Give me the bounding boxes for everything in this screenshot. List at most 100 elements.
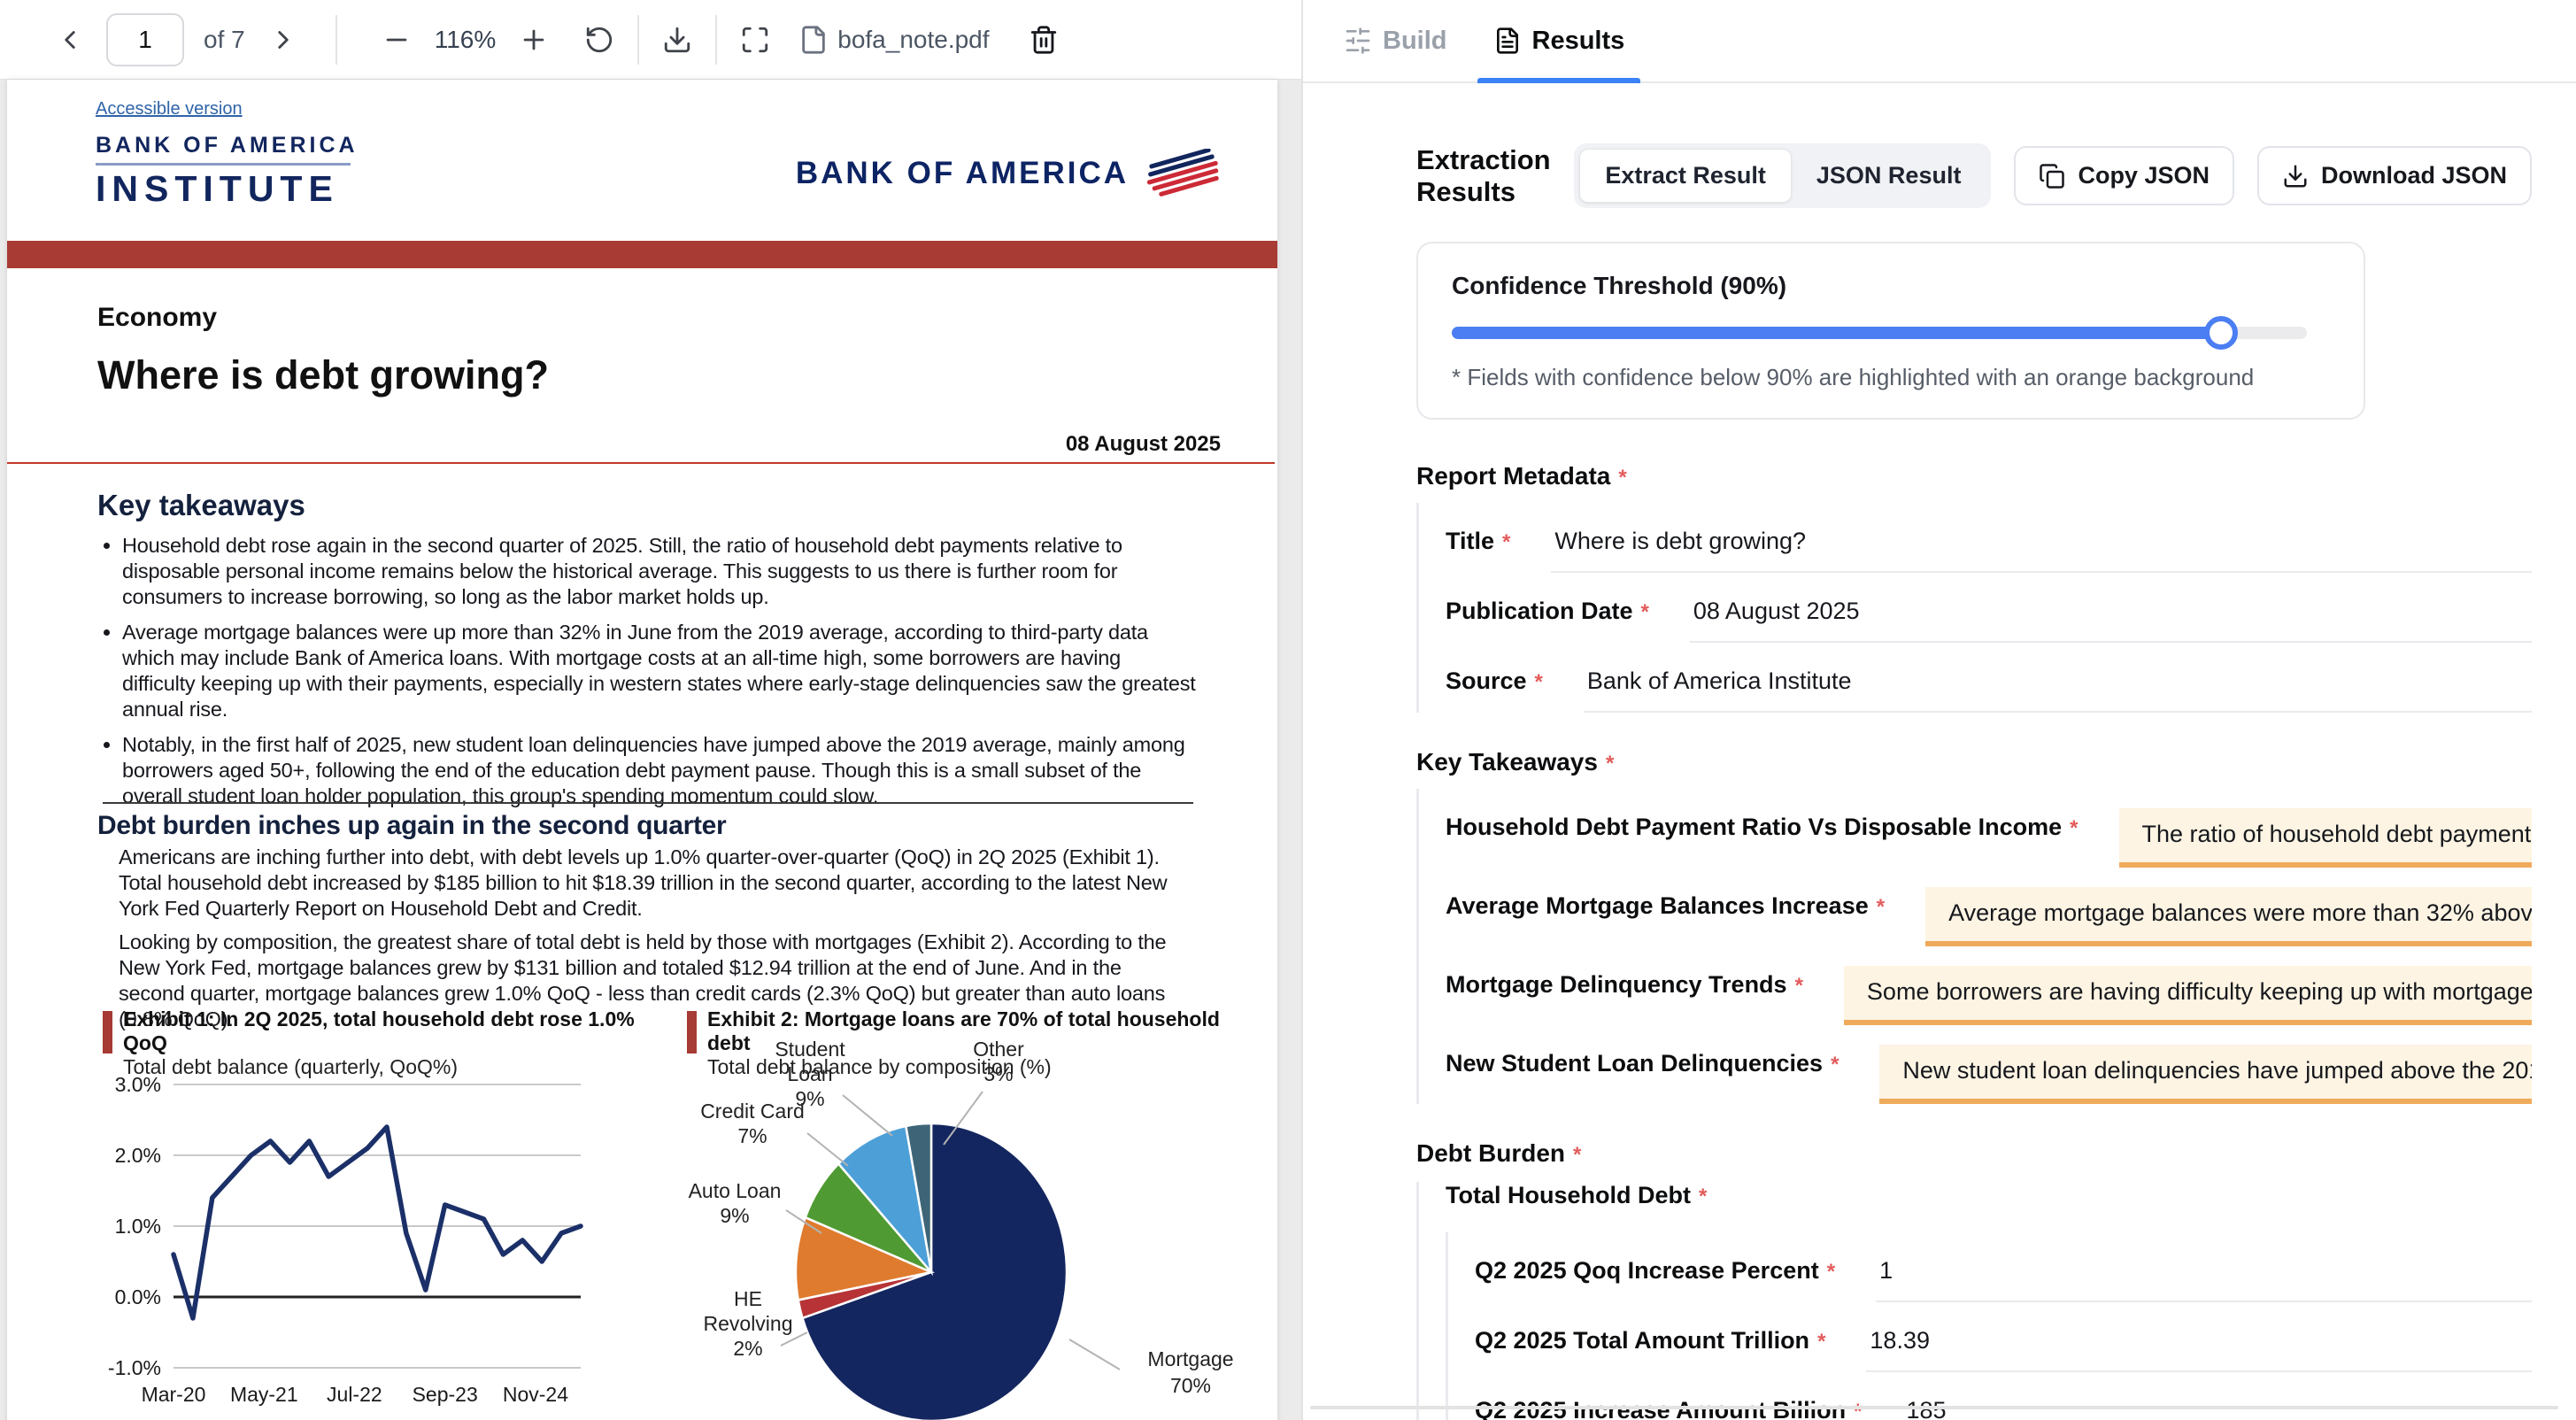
svg-text:Mar-20: Mar-20 xyxy=(142,1383,206,1406)
total-household-debt-heading: Total Household Debt xyxy=(1446,1182,1691,1208)
confidence-slider-fill xyxy=(1452,327,2221,339)
svg-text:May-21: May-21 xyxy=(230,1383,298,1406)
document-date: 08 August 2025 xyxy=(1066,432,1221,457)
prev-page-icon[interactable] xyxy=(55,25,85,55)
svg-text:9%: 9% xyxy=(720,1204,749,1227)
field-row-hh-debt-ratio: Household Debt Payment Ratio Vs Disposab… xyxy=(1446,789,2532,868)
section-report-metadata: Report Metadata* Title* Where is debt gr… xyxy=(1416,462,2532,713)
debt-burden-paragraph-1: Americans are inching further into debt,… xyxy=(119,845,1192,922)
accessible-version-link[interactable]: Accessible version xyxy=(96,99,243,120)
result-view-toggle: Extract Result JSON Result xyxy=(1574,143,1991,208)
page-total-label: of 7 xyxy=(204,26,245,54)
field-row-increase-billion: Q2 2025 Increase Amount Billion* 185 xyxy=(1475,1372,2532,1420)
svg-text:2%: 2% xyxy=(733,1337,762,1360)
confidence-label: Confidence Threshold (90%) xyxy=(1452,272,2330,300)
field-value-title[interactable]: Where is debt growing? xyxy=(1551,522,2532,573)
field-label: Mortgage Delinquency Trends xyxy=(1446,971,1787,998)
zoom-out-icon[interactable] xyxy=(382,25,412,55)
confidence-slider-knob[interactable] xyxy=(2204,316,2238,350)
page-number-value: 1 xyxy=(138,26,152,54)
zoom-in-icon[interactable] xyxy=(519,25,549,55)
svg-text:Credit Card: Credit Card xyxy=(700,1100,805,1123)
svg-text:Auto Loan: Auto Loan xyxy=(689,1179,782,1202)
svg-text:2.0%: 2.0% xyxy=(115,1144,161,1167)
required-asterisk: * xyxy=(1827,1260,1835,1284)
next-page-icon[interactable] xyxy=(268,25,298,55)
field-row-avg-mortgage: Average Mortgage Balances Increase* Aver… xyxy=(1446,868,2532,946)
pdf-toolbar: 1 of 7 116% xyxy=(0,0,1301,80)
required-asterisk: * xyxy=(1606,752,1614,776)
page-number-input[interactable]: 1 xyxy=(106,13,184,66)
line-chart-svg: 3.0%2.0%1.0%0.0%-1.0%Mar-20May-21Jul-22S… xyxy=(85,1058,607,1412)
horizontal-scrollbar[interactable] xyxy=(1310,1406,2558,1409)
tab-results[interactable]: Results xyxy=(1477,0,1641,81)
confidence-slider[interactable] xyxy=(1452,327,2307,339)
bofa-flag-icon xyxy=(1143,149,1224,198)
extraction-panel: Build Results Extraction Results Extract… xyxy=(1301,0,2576,1420)
panel-tabbar: Build Results xyxy=(1303,0,2576,83)
required-asterisk: * xyxy=(1831,1053,1839,1077)
pdf-viewer: 1 of 7 116% xyxy=(0,0,1301,1420)
key-takeaways-list: Household debt rose again in the second … xyxy=(99,533,1197,819)
required-asterisk: * xyxy=(1854,1400,1862,1420)
svg-text:9%: 9% xyxy=(795,1087,824,1110)
rotate-icon[interactable] xyxy=(584,25,614,55)
field-value-qoq-percent[interactable]: 1 xyxy=(1876,1252,2532,1302)
field-value-mortgage-delinquency[interactable]: Some borrowers are having difficulty kee… xyxy=(1844,966,2532,1025)
confidence-card: Confidence Threshold (90%) * Fields with… xyxy=(1416,242,2365,420)
exhibit1-marker xyxy=(103,1011,112,1053)
field-value-source[interactable]: Bank of America Institute xyxy=(1584,662,2532,713)
report-metadata-heading: Report Metadata xyxy=(1416,462,1610,490)
download-json-label: Download JSON xyxy=(2321,162,2507,189)
toolbar-divider xyxy=(715,15,717,65)
panel-content: Extraction Results Extract Result JSON R… xyxy=(1303,83,2576,1420)
toggle-json-result[interactable]: JSON Result xyxy=(1792,150,1986,202)
svg-text:Revolving: Revolving xyxy=(704,1312,793,1335)
document-category: Economy xyxy=(97,303,217,333)
pie-chart-svg: Mortgage70%HERevolving2%Auto Loan9%Credi… xyxy=(673,1040,1292,1420)
file-icon xyxy=(798,25,829,55)
pdf-filename: bofa_note.pdf xyxy=(837,26,989,54)
svg-text:Jul-22: Jul-22 xyxy=(327,1383,382,1406)
institute-logo-rule xyxy=(96,163,351,166)
tab-build-label: Build xyxy=(1383,27,1447,56)
toggle-extract-result[interactable]: Extract Result xyxy=(1579,149,1792,203)
field-value-publication-date[interactable]: 08 August 2025 xyxy=(1690,592,2532,643)
fullscreen-icon[interactable] xyxy=(740,25,770,55)
results-title: Extraction Results xyxy=(1416,144,1574,208)
field-value-avg-mortgage[interactable]: Average mortgage balances were more than… xyxy=(1925,887,2532,946)
required-asterisk: * xyxy=(1502,530,1510,554)
tab-results-label: Results xyxy=(1532,27,1625,56)
delete-pdf-icon[interactable] xyxy=(1029,25,1059,55)
field-row-source: Source* Bank of America Institute xyxy=(1446,643,2532,713)
required-asterisk: * xyxy=(1618,466,1626,490)
tab-build[interactable]: Build xyxy=(1328,0,1463,81)
svg-text:Nov-24: Nov-24 xyxy=(503,1383,568,1406)
field-row-mortgage-delinquency: Mortgage Delinquency Trends* Some borrow… xyxy=(1446,946,2532,1025)
field-value-student-loan[interactable]: New student loan delinquencies have jump… xyxy=(1879,1045,2532,1104)
takeaway-bullet: Notably, in the first half of 2025, new … xyxy=(122,732,1197,809)
field-value-total-trillion[interactable]: 18.39 xyxy=(1866,1322,2532,1372)
required-asterisk: * xyxy=(1877,895,1885,919)
svg-text:Other: Other xyxy=(973,1040,1024,1061)
field-row-qoq-percent: Q2 2025 Qoq Increase Percent * 1 xyxy=(1475,1232,2532,1302)
required-asterisk: * xyxy=(2070,816,2078,840)
section-debt-burden: Debt Burden* Total Household Debt* Q2 20… xyxy=(1416,1139,2532,1420)
download-json-button[interactable]: Download JSON xyxy=(2257,146,2532,205)
pdf-page: Accessible version BANK OF AMERICA INSTI… xyxy=(7,80,1277,1420)
field-value-hh-debt-ratio[interactable]: The ratio of household debt payments to … xyxy=(2119,808,2533,868)
zoom-level-label: 116% xyxy=(435,26,497,54)
svg-text:-1.0%: -1.0% xyxy=(108,1356,161,1379)
key-takeaways-heading: Key Takeaways xyxy=(1416,748,1598,776)
key-takeaways-heading: Key takeaways xyxy=(97,489,305,522)
copy-json-button[interactable]: Copy JSON xyxy=(2014,146,2234,205)
institute-logo: BANK OF AMERICA INSTITUTE xyxy=(96,135,359,207)
svg-text:Loan: Loan xyxy=(787,1062,832,1085)
bofa-brand-text: BANK OF AMERICA xyxy=(796,156,1129,191)
download-pdf-icon[interactable] xyxy=(662,25,692,55)
required-asterisk: * xyxy=(1573,1143,1581,1167)
required-asterisk: * xyxy=(1817,1330,1825,1354)
institute-logo-line2: INSTITUTE xyxy=(96,171,359,207)
field-label: Q2 2025 Qoq Increase Percent xyxy=(1475,1257,1819,1284)
section-divider-rule xyxy=(103,802,1193,804)
